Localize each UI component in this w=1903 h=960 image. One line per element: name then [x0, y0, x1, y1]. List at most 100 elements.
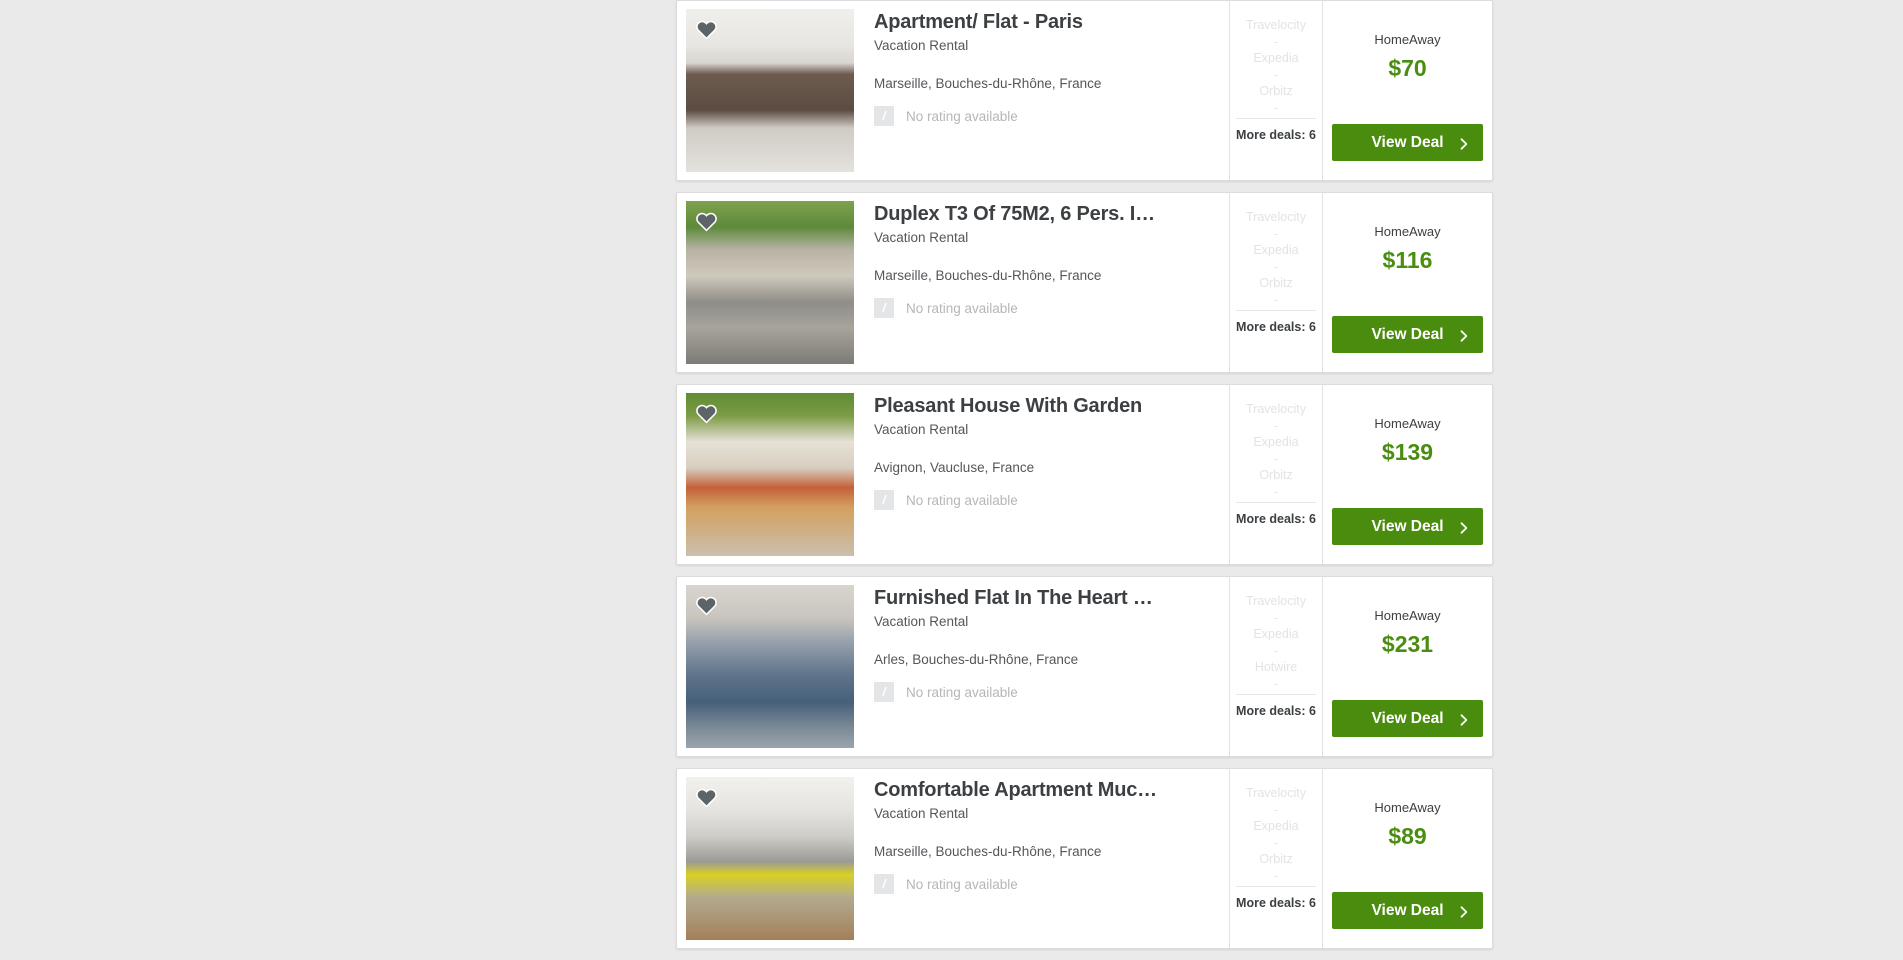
provider-name: Expedia — [1253, 435, 1299, 449]
view-deal-label: View Deal — [1371, 133, 1444, 151]
chevron-right-icon — [1458, 713, 1470, 726]
deal-provider-name: HomeAway — [1374, 224, 1441, 239]
deal-provider-name: HomeAway — [1374, 608, 1441, 623]
property-title[interactable]: Pleasant House With Garden — [874, 394, 1169, 418]
more-deals-link[interactable]: More deals: 6 — [1236, 320, 1316, 334]
heart-icon[interactable] — [695, 18, 718, 41]
deal-provider-name: HomeAway — [1374, 416, 1441, 431]
result-card[interactable]: Apartment/ Flat - Paris Vacation Rental Ma… — [676, 0, 1493, 181]
best-deal-column: HomeAway $116 View Deal — [1323, 193, 1492, 372]
provider-price: - — [1273, 101, 1279, 115]
provider-price: - — [1273, 452, 1279, 466]
provider-name: Orbitz — [1259, 852, 1293, 866]
property-title[interactable]: Apartment/ Flat - Paris — [874, 10, 1169, 34]
view-deal-button[interactable]: View Deal — [1332, 316, 1483, 353]
more-deals-link[interactable]: More deals: 6 — [1236, 704, 1316, 718]
result-card[interactable]: Furnished Flat In The Heart … Vacation Re… — [676, 576, 1493, 757]
rating-badge: / — [874, 298, 894, 318]
view-deal-button[interactable]: View Deal — [1332, 508, 1483, 545]
provider-price-column: Travelocity - Expedia - Orbitz - More deals: 6 — [1229, 769, 1323, 948]
best-deal-column: HomeAway $70 View Deal — [1323, 1, 1492, 180]
property-thumbnail[interactable] — [686, 9, 854, 172]
provider-entry: Travelocity - — [1234, 17, 1318, 50]
provider-price: - — [1273, 35, 1279, 49]
deal-price: $116 — [1382, 247, 1433, 273]
view-deal-button[interactable]: View Deal — [1332, 700, 1483, 737]
provider-entry: Expedia - — [1234, 626, 1318, 659]
rating-row: / No rating available — [874, 298, 1215, 318]
more-deals-section: More deals: 6 — [1236, 694, 1316, 718]
provider-entry: Travelocity - — [1234, 401, 1318, 434]
provider-name: Expedia — [1253, 51, 1299, 65]
result-card[interactable]: Pleasant House With Garden Vacation Renta… — [676, 384, 1493, 565]
best-deal-column: HomeAway $139 View Deal — [1323, 385, 1492, 564]
more-deals-link[interactable]: More deals: 6 — [1236, 128, 1316, 142]
chevron-right-icon — [1458, 521, 1470, 534]
property-thumbnail[interactable] — [686, 393, 854, 556]
provider-price: - — [1273, 644, 1279, 658]
view-deal-label: View Deal — [1371, 517, 1444, 535]
property-location: Marseille, Bouches-du-Rhône, France — [874, 268, 1102, 283]
property-type: Vacation Rental — [874, 422, 969, 437]
result-card[interactable]: Comfortable Apartment Muc… Vacation Renta… — [676, 768, 1493, 949]
rating-text: No rating available — [906, 300, 1018, 316]
divider — [1236, 118, 1316, 119]
provider-entry: Orbitz - — [1234, 83, 1318, 116]
provider-name: Travelocity — [1246, 210, 1306, 224]
property-type: Vacation Rental — [874, 614, 969, 629]
chevron-right-icon — [1458, 137, 1470, 150]
view-deal-button[interactable]: View Deal — [1332, 124, 1483, 161]
property-title[interactable]: Comfortable Apartment Muc… — [874, 778, 1169, 802]
divider — [1236, 502, 1316, 503]
property-location: Marseille, Bouches-du-Rhône, France — [874, 844, 1102, 859]
provider-price: - — [1273, 485, 1279, 499]
property-info: Duplex T3 Of 75M2, 6 Pers. I… Vacation Re… — [854, 193, 1229, 372]
heart-icon[interactable] — [695, 402, 718, 425]
search-results-list: Apartment/ Flat - Paris Vacation Rental Ma… — [676, 0, 1493, 960]
property-location: Arles, Bouches-du-Rhône, France — [874, 652, 1079, 667]
property-thumbnail[interactable] — [686, 201, 854, 364]
rating-row: / No rating available — [874, 874, 1215, 894]
provider-name: Travelocity — [1246, 402, 1306, 416]
provider-price: - — [1273, 293, 1279, 307]
provider-price: - — [1273, 869, 1279, 883]
property-thumbnail[interactable] — [686, 777, 854, 940]
view-deal-label: View Deal — [1371, 901, 1444, 919]
view-deal-label: View Deal — [1371, 709, 1444, 727]
heart-icon[interactable] — [695, 786, 718, 809]
more-deals-link[interactable]: More deals: 6 — [1236, 512, 1316, 526]
view-deal-button[interactable]: View Deal — [1332, 892, 1483, 929]
heart-icon[interactable] — [695, 210, 718, 233]
provider-name: Travelocity — [1246, 18, 1306, 32]
provider-price: - — [1273, 260, 1279, 274]
provider-price: - — [1273, 611, 1279, 625]
provider-entry: Expedia - — [1234, 818, 1318, 851]
divider — [1236, 886, 1316, 887]
provider-name: Travelocity — [1246, 786, 1306, 800]
provider-entry: Travelocity - — [1234, 785, 1318, 818]
provider-price-column: Travelocity - Expedia - Orbitz - More deals: 6 — [1229, 193, 1323, 372]
deal-provider-name: HomeAway — [1374, 32, 1441, 47]
more-deals-link[interactable]: More deals: 6 — [1236, 896, 1316, 910]
property-title[interactable]: Duplex T3 Of 75M2, 6 Pers. I… — [874, 202, 1169, 226]
provider-price: - — [1273, 803, 1279, 817]
property-title[interactable]: Furnished Flat In The Heart … — [874, 586, 1169, 610]
provider-name: Hotwire — [1254, 660, 1298, 674]
best-deal-column: HomeAway $89 View Deal — [1323, 769, 1492, 948]
provider-price-column: Travelocity - Expedia - Hotwire - More deals: … — [1229, 577, 1323, 756]
provider-name: Orbitz — [1259, 468, 1293, 482]
provider-entry: Travelocity - — [1234, 209, 1318, 242]
rating-text: No rating available — [906, 492, 1018, 508]
more-deals-section: More deals: 6 — [1236, 118, 1316, 142]
provider-price-column: Travelocity - Expedia - Orbitz - More deals: 6 — [1229, 1, 1323, 180]
property-thumbnail[interactable] — [686, 585, 854, 748]
provider-price: - — [1273, 68, 1279, 82]
provider-name: Expedia — [1253, 243, 1299, 257]
property-info: Furnished Flat In The Heart … Vacation Re… — [854, 577, 1229, 756]
result-card[interactable]: Duplex T3 Of 75M2, 6 Pers. I… Vacation Re… — [676, 192, 1493, 373]
property-location: Marseille, Bouches-du-Rhône, France — [874, 76, 1102, 91]
heart-icon[interactable] — [695, 594, 718, 617]
property-type: Vacation Rental — [874, 806, 969, 821]
property-type: Vacation Rental — [874, 38, 969, 53]
rating-badge: / — [874, 490, 894, 510]
